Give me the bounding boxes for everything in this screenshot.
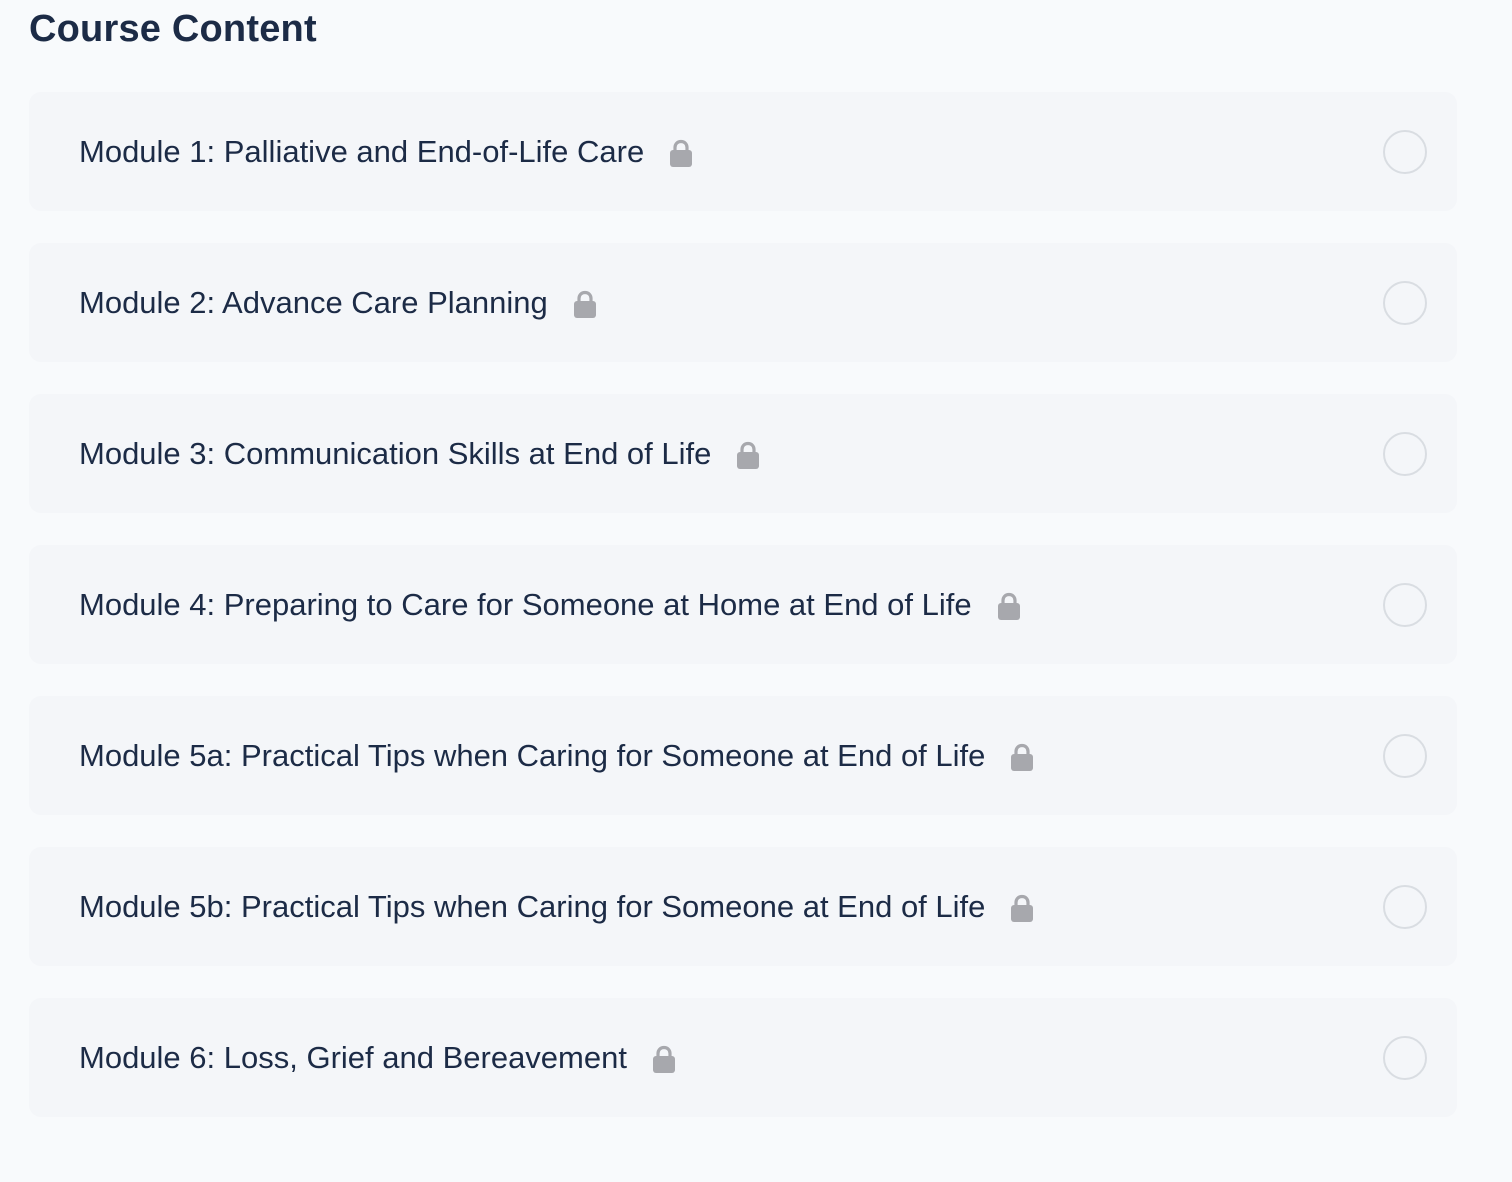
completion-status-circle-icon[interactable] — [1383, 733, 1427, 778]
completion-status-circle-icon[interactable] — [1383, 280, 1427, 325]
lock-icon — [996, 591, 1022, 623]
module-item[interactable]: Module 5b: Practical Tips when Caring fo… — [29, 847, 1457, 966]
lock-icon — [668, 138, 694, 170]
lock-icon — [572, 289, 598, 321]
module-title: Module 5b: Practical Tips when Caring fo… — [79, 888, 986, 924]
module-list: Module 1: Palliative and End-of-Life Car… — [29, 92, 1457, 1117]
module-title: Module 3: Communication Skills at End of… — [79, 435, 712, 471]
lock-icon — [1009, 893, 1035, 925]
module-item[interactable]: Module 6: Loss, Grief and Bereavement — [29, 998, 1457, 1117]
module-item[interactable]: Module 3: Communication Skills at End of… — [29, 394, 1457, 513]
completion-status-circle-icon[interactable] — [1383, 1035, 1427, 1080]
module-title: Module 2: Advance Care Planning — [79, 284, 548, 320]
course-content-title: Course Content — [29, 8, 317, 50]
lock-icon — [735, 440, 761, 472]
module-item[interactable]: Module 4: Preparing to Care for Someone … — [29, 545, 1457, 664]
lock-icon — [1009, 742, 1035, 774]
completion-status-circle-icon[interactable] — [1383, 582, 1427, 627]
course-content-page: Course Content Module 1: Palliative and … — [0, 0, 1512, 1182]
module-title: Module 4: Preparing to Care for Someone … — [79, 586, 972, 622]
module-title: Module 5a: Practical Tips when Caring fo… — [79, 737, 986, 773]
module-title: Module 1: Palliative and End-of-Life Car… — [79, 133, 645, 169]
module-item[interactable]: Module 1: Palliative and End-of-Life Car… — [29, 92, 1457, 211]
module-item[interactable]: Module 2: Advance Care Planning — [29, 243, 1457, 362]
completion-status-circle-icon[interactable] — [1383, 884, 1427, 929]
module-title: Module 6: Loss, Grief and Bereavement — [79, 1039, 627, 1075]
lock-icon — [651, 1044, 677, 1076]
completion-status-circle-icon[interactable] — [1383, 129, 1427, 174]
completion-status-circle-icon[interactable] — [1383, 431, 1427, 476]
module-item[interactable]: Module 5a: Practical Tips when Caring fo… — [29, 696, 1457, 815]
